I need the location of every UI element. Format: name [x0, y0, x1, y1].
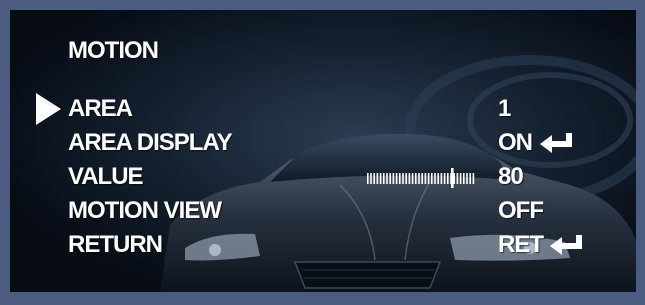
slider-tick [402, 173, 404, 184]
slider-tick [440, 173, 443, 184]
slider-tick [434, 173, 436, 184]
menu-title: MOTION [68, 37, 159, 64]
osd-menu: MOTION AREA 1 AREA DISPLAY ON VALUE 80 M… [10, 10, 636, 292]
slider-tick [437, 173, 439, 184]
slider-tick [421, 173, 423, 184]
slider-tick [418, 173, 420, 184]
slider-tick [392, 173, 395, 184]
slider-tick [453, 173, 455, 184]
slider-tick [463, 173, 465, 184]
slider-tick [383, 173, 385, 184]
slider-tick [431, 173, 433, 184]
menu-item-label: RETURN [68, 231, 163, 258]
slider-tick [376, 173, 379, 184]
enter-return-icon [550, 235, 582, 255]
menu-item-label: VALUE [68, 163, 144, 190]
menu-item-value: ON [498, 129, 533, 156]
slider-tick [379, 173, 382, 184]
slider-tick [469, 173, 471, 184]
menu-item-value: OFF [498, 197, 544, 224]
slider-tick [389, 173, 391, 184]
slider-tick [459, 173, 462, 184]
slider-tick [408, 173, 411, 184]
menu-item-label: MOTION VIEW [68, 197, 222, 224]
slider-tick [415, 173, 417, 184]
slider-ticks [367, 168, 475, 188]
slider-tick [424, 173, 427, 184]
slider-indicator [451, 168, 454, 188]
menu-item-value: 1 [498, 95, 511, 122]
slider-tick [405, 173, 407, 184]
menu-item-value: 80 [498, 163, 524, 190]
slider-tick [411, 173, 414, 184]
slider-tick [427, 173, 430, 184]
menu-item-label: AREA [68, 95, 133, 122]
slider-tick [466, 173, 468, 184]
menu-item-value: RET [498, 231, 544, 258]
slider-tick [367, 173, 369, 184]
selection-arrow-icon [36, 93, 61, 125]
slider-tick [373, 173, 375, 184]
slider-tick [395, 173, 398, 184]
slider-tick [456, 173, 459, 184]
slider-tick [472, 173, 475, 184]
value-slider[interactable] [365, 168, 495, 188]
slider-tick [399, 173, 401, 184]
slider-tick [386, 173, 388, 184]
enter-return-icon [540, 133, 572, 153]
osd-screen: MOTION AREA 1 AREA DISPLAY ON VALUE 80 M… [10, 10, 636, 292]
slider-tick [443, 173, 446, 184]
slider-tick [447, 173, 449, 184]
menu-item-label: AREA DISPLAY [68, 129, 233, 156]
slider-tick [370, 173, 372, 184]
